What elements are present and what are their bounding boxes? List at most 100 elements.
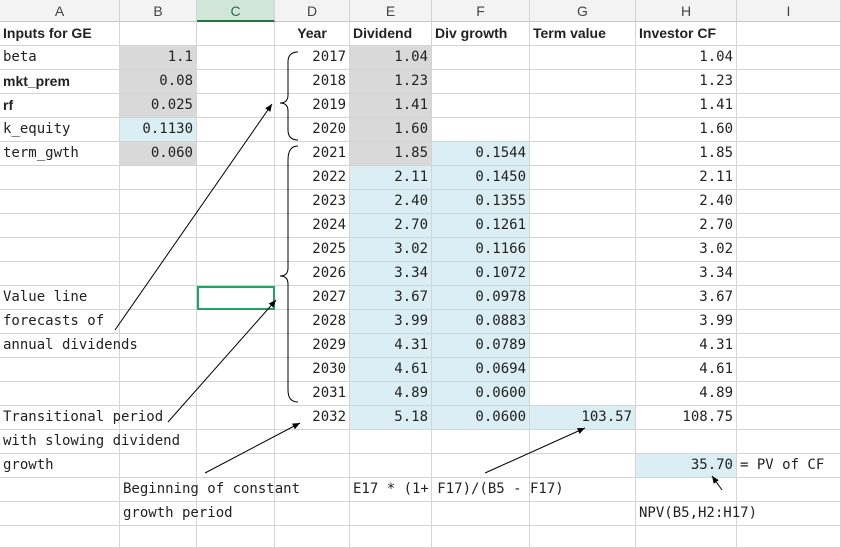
term-value-cell[interactable]	[530, 358, 636, 382]
grid-cell[interactable]	[350, 430, 432, 454]
note-constant-1[interactable]: Beginning of constant	[120, 478, 300, 502]
dividend-cell[interactable]: 3.02	[350, 238, 432, 262]
grid-cell[interactable]	[737, 190, 841, 214]
grid-cell[interactable]	[197, 22, 275, 46]
grid-cell[interactable]	[737, 478, 841, 502]
investor-cf-cell[interactable]: 2.70	[636, 214, 737, 238]
column-header-d[interactable]: D	[275, 0, 350, 22]
term-value-cell[interactable]	[530, 310, 636, 334]
term-value-cell[interactable]	[530, 286, 636, 310]
grid-cell[interactable]	[737, 46, 841, 70]
grid-cell[interactable]	[275, 526, 350, 548]
term-value-cell[interactable]	[530, 142, 636, 166]
div-growth-cell[interactable]: 0.0694	[432, 358, 530, 382]
pv-label[interactable]: = PV of CF	[737, 454, 841, 478]
term-gwth-label[interactable]: term_gwth	[0, 142, 120, 166]
grid-cell[interactable]	[432, 502, 530, 526]
grid-cell[interactable]	[197, 262, 275, 286]
term-value-cell[interactable]	[530, 190, 636, 214]
grid-cell[interactable]	[737, 286, 841, 310]
dividend-cell[interactable]: 1.41	[350, 94, 432, 118]
div-growth-cell[interactable]	[432, 94, 530, 118]
year-cell[interactable]: 2030	[275, 358, 350, 382]
beta-value[interactable]: 1.1	[120, 46, 197, 70]
div-growth-cell[interactable]: 0.0600	[432, 382, 530, 406]
grid-cell[interactable]	[737, 142, 841, 166]
grid-cell[interactable]	[530, 454, 636, 478]
grid-cell[interactable]	[737, 334, 841, 358]
mkt-prem-label[interactable]: mkt_prem	[0, 70, 120, 94]
grid-cell[interactable]	[197, 310, 275, 334]
div-growth-cell[interactable]	[432, 46, 530, 70]
div-growth-cell[interactable]: 0.0600	[432, 406, 530, 430]
term-value-cell[interactable]	[530, 94, 636, 118]
column-header-g[interactable]: G	[530, 0, 636, 22]
grid-cell[interactable]	[737, 166, 841, 190]
grid-cell[interactable]	[737, 526, 841, 548]
note-constant-2[interactable]: growth period	[120, 502, 275, 526]
note-value-line-3[interactable]: annual dividends	[0, 334, 197, 358]
grid-cell[interactable]	[197, 94, 275, 118]
grid-cell[interactable]	[120, 166, 197, 190]
grid-cell[interactable]	[197, 118, 275, 142]
note-transitional-2[interactable]: with slowing dividend	[0, 430, 275, 454]
grid-cell[interactable]	[197, 526, 275, 548]
year-cell[interactable]: 2031	[275, 382, 350, 406]
grid-cell[interactable]	[737, 22, 841, 46]
grid-cell[interactable]	[0, 478, 120, 502]
div-growth-cell[interactable]: 0.0789	[432, 334, 530, 358]
grid-cell[interactable]	[275, 430, 350, 454]
dividend-cell[interactable]: 4.89	[350, 382, 432, 406]
grid-cell[interactable]	[636, 526, 737, 548]
grid-cell[interactable]	[120, 382, 197, 406]
div-growth-cell[interactable]: 0.1072	[432, 262, 530, 286]
grid-cell[interactable]	[530, 502, 636, 526]
grid-cell[interactable]	[0, 358, 120, 382]
dividend-cell[interactable]: 3.67	[350, 286, 432, 310]
term-value-cell[interactable]	[530, 238, 636, 262]
year-cell[interactable]: 2027	[275, 286, 350, 310]
investor-cf-cell[interactable]: 2.11	[636, 166, 737, 190]
investor-cf-cell[interactable]: 3.02	[636, 238, 737, 262]
grid-cell[interactable]	[120, 22, 197, 46]
grid-cell[interactable]	[432, 430, 530, 454]
grid-cell[interactable]	[350, 454, 432, 478]
term-value-cell[interactable]	[530, 334, 636, 358]
rf-label[interactable]: rf	[0, 94, 120, 118]
grid-cell[interactable]	[197, 166, 275, 190]
grid-cell[interactable]	[275, 502, 350, 526]
investor-cf-cell[interactable]: 4.89	[636, 382, 737, 406]
grid-cell[interactable]	[197, 358, 275, 382]
year-cell[interactable]: 2024	[275, 214, 350, 238]
investor-cf-cell[interactable]: 3.34	[636, 262, 737, 286]
investor-cf-cell[interactable]: 1.23	[636, 70, 737, 94]
grid-cell[interactable]	[197, 70, 275, 94]
dividend-cell[interactable]: 1.04	[350, 46, 432, 70]
div-growth-cell[interactable]: 0.1355	[432, 190, 530, 214]
investor-cf-cell[interactable]: 1.60	[636, 118, 737, 142]
year-cell[interactable]: 2020	[275, 118, 350, 142]
year-cell[interactable]: 2026	[275, 262, 350, 286]
grid-cell[interactable]	[737, 406, 841, 430]
year-cell[interactable]: 2029	[275, 334, 350, 358]
term-value-cell[interactable]	[530, 382, 636, 406]
grid-cell[interactable]	[0, 190, 120, 214]
grid-cell[interactable]	[0, 214, 120, 238]
grid-cell[interactable]	[120, 454, 197, 478]
grid-cell[interactable]	[432, 454, 530, 478]
grid-cell[interactable]	[197, 190, 275, 214]
grid-cell[interactable]	[350, 526, 432, 548]
grid-cell[interactable]	[0, 262, 120, 286]
grid-cell[interactable]	[120, 238, 197, 262]
year-cell[interactable]: 2023	[275, 190, 350, 214]
grid-cell[interactable]	[197, 46, 275, 70]
column-header-b[interactable]: B	[120, 0, 197, 22]
term-value-formula[interactable]: E17 * (1+ F17)/(B5 - F17)	[350, 478, 636, 502]
grid-cell[interactable]	[636, 430, 737, 454]
grid-cell[interactable]	[120, 358, 197, 382]
grid-cell[interactable]	[737, 382, 841, 406]
investor-cf-cell[interactable]: 3.67	[636, 286, 737, 310]
grid-cell[interactable]	[737, 238, 841, 262]
grid-cell[interactable]	[636, 478, 737, 502]
dividend-cell[interactable]: 1.60	[350, 118, 432, 142]
